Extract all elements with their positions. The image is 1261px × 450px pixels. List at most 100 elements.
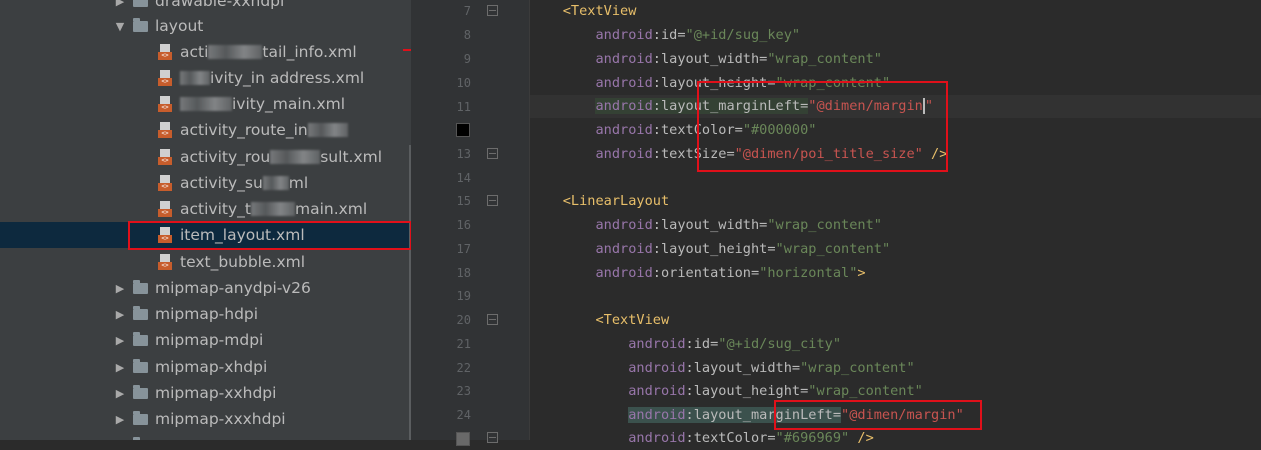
line-number: 23 [456,384,471,398]
tree-item-label-start: activity_route_in [180,121,308,139]
attr-name: :layout_width= [652,217,768,233]
attr-namespace: android [595,75,653,91]
tree-item-label-start: activity_t [180,200,251,218]
tree-item-label-end: sult.xml [320,148,383,166]
chevron-right-icon[interactable]: ▶ [111,282,129,295]
xml-file-icon: <> [158,121,172,139]
folder-icon [133,0,148,7]
attr-name: :layout_height= [652,241,776,257]
chevron-right-icon[interactable]: ▶ [111,334,129,347]
chevron-right-icon[interactable]: ▶ [111,361,129,374]
line-number: 7 [463,4,471,18]
fold-marker-icon[interactable] [487,314,498,325]
chevron-right-icon[interactable]: ▶ [111,413,129,426]
line-number: 8 [463,28,471,42]
attr-name: :orientation= [652,265,760,281]
attr-namespace: android [628,336,686,352]
redaction-blur [250,202,295,216]
tree-file-item[interactable]: <> acti tail_info.xml [0,39,411,65]
code-line: android:textColor="#696969" /> [530,427,1261,450]
tree-file-item[interactable]: <> ivity_main.xml [0,91,411,117]
tree-folder-mipmap-hdpi[interactable]: ▶ mipmap-hdpi [0,301,411,327]
line-number: 11 [456,100,471,114]
folder-icon [133,279,148,294]
attr-name: :id= [652,27,686,43]
attr-name: :layout_width= [685,360,801,376]
tree-folder-mipmap-anydpi-v26[interactable]: ▶ mipmap-anydpi-v26 [0,275,411,301]
fold-marker-icon[interactable] [487,195,498,206]
fold-marker-icon[interactable] [487,148,498,159]
attr-value: "wrap_content" [767,217,882,233]
tree-item-label-start: activity_su [180,174,263,192]
redaction-blur [180,71,210,85]
attr-value: "@+id/sug_key" [685,27,801,43]
tree-item-label-end: ivity_in address.xml [210,69,365,87]
folder-icon [133,410,148,425]
line-number: 13 [456,147,471,161]
annotation-box-margin [697,81,948,172]
chevron-right-icon[interactable]: ▶ [111,387,129,400]
redaction-blur [180,97,232,111]
attr-value: "#696969" [775,430,850,446]
tree-item-label: layout [155,17,204,35]
tree-file-item[interactable]: <> activity_route_in [0,117,411,143]
redaction-blur [208,45,263,59]
tree-item-label: mipmap-anydpi-v26 [155,279,311,297]
line-number: 20 [456,313,471,327]
tree-folder-mipmap-xhdpi[interactable]: ▶ mipmap-xhdpi [0,354,411,380]
tree-file-item[interactable]: <> text_bubble.xml [0,249,411,275]
tree-file-item[interactable]: <> activity_t main.xml [0,196,411,222]
line-number: 14 [456,171,471,185]
attr-namespace: android [595,51,653,67]
fold-marker-icon[interactable] [487,5,498,16]
tree-item-label: drawable-xxhdpi [155,0,285,10]
code-line: android:id="@+id/sug_key" [530,24,1261,47]
code-line: android:layout_width="wrap_content" [530,214,1261,237]
attr-value: "wrap_content" [775,241,891,257]
attr-value: "wrap_content" [800,360,915,376]
tree-folder-partial[interactable]: ▶ [0,432,411,440]
tree-item-label-end: ml [288,174,309,192]
code-line: <TextView [530,309,1261,332]
tree-item-label: mipmap-xhdpi [155,358,268,376]
folder-icon [133,384,148,399]
attr-name: :layout_width= [652,51,768,67]
code-line: android:layout_height="wrap_content" [530,238,1261,261]
tree-folder-mipmap-mdpi[interactable]: ▶ mipmap-mdpi [0,327,411,353]
tree-folder-layout[interactable]: ▼ layout [0,13,411,39]
attr-namespace: android [628,407,686,423]
tree-folder-drawable-xxhdpi[interactable]: ▶ drawable-xxhdpi [0,0,411,14]
attr-name: :layout_height= [685,383,809,399]
code-line: android:orientation="horizontal"> [530,262,1261,285]
code-editor[interactable]: <TextView android:id="@+id/sug_key" andr… [530,0,1261,446]
xml-file-icon: <> [158,253,172,271]
tree-folder-mipmap-xxhdpi[interactable]: ▶ mipmap-xxhdpi [0,380,411,406]
tree-item-label: mipmap-xxxhdpi [155,410,286,428]
chevron-down-icon[interactable]: ▼ [111,20,129,33]
line-number: 18 [456,266,471,280]
chevron-right-icon[interactable]: ▶ [111,0,129,8]
xml-tag: <LinearLayout [562,193,670,209]
project-tree-panel: ▶ drawable-xxhdpi ▼ layout <> acti tail_… [0,0,411,440]
folder-icon [133,305,148,320]
tree-file-item[interactable]: <> activity_rou sult.xml [0,144,411,170]
code-line: android:layout_width="wrap_content" [530,357,1261,380]
color-swatch-icon[interactable] [456,432,470,446]
tree-folder-mipmap-xxxhdpi[interactable]: ▶ mipmap-xxxhdpi [0,406,411,432]
attr-namespace: android [595,122,653,138]
tree-item-label-start: acti [180,43,209,61]
attr-name: :textColor= [685,430,776,446]
color-swatch-icon[interactable] [456,123,470,137]
tree-item-label: mipmap-xxhdpi [155,384,277,402]
tree-file-item[interactable]: <> ivity_in address.xml [0,65,411,91]
tree-item-label-start: activity_rou [180,148,271,166]
fold-marker-icon[interactable] [487,432,498,443]
code-line: android:layout_width="wrap_content" [530,48,1261,71]
annotation-box-margin-2 [774,400,982,430]
tree-file-item[interactable]: <> activity_su ml [0,170,411,196]
line-number: 19 [456,289,471,303]
attr-value: "wrap_content" [767,51,882,67]
code-line: android:id="@+id/sug_city" [530,333,1261,356]
chevron-right-icon[interactable]: ▶ [111,308,129,321]
xml-tag: <TextView [562,3,637,19]
